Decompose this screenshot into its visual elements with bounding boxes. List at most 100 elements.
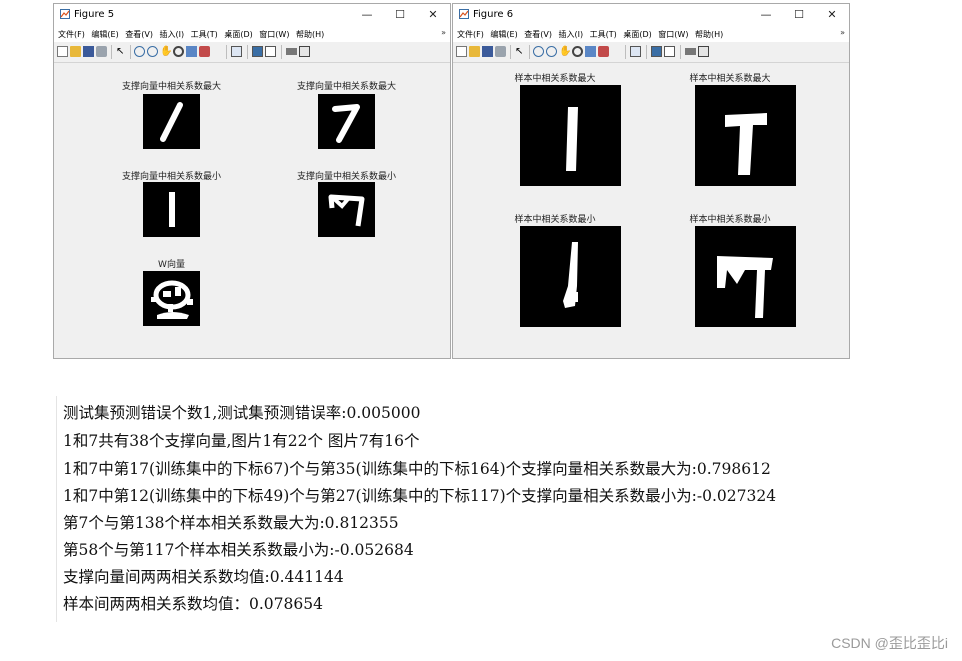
data-cursor-icon[interactable] (186, 46, 197, 57)
menu-help[interactable]: 帮助(H) (296, 29, 324, 40)
console-output: 测试集预测错误个数1,测试集预测错误率:0.005000 1和7共有38个支撑向… (56, 396, 917, 622)
plot-title: 样本中相关系数最大 (514, 74, 596, 84)
figure6-toolbar: ↖ ✋ (453, 42, 849, 63)
console-line: 第7个与第138个样本相关系数最大为:0.812355 (63, 514, 399, 532)
menu-desktop[interactable]: 桌面(D) (224, 29, 252, 40)
menu-help[interactable]: 帮助(H) (695, 29, 723, 40)
plot-title: 支撑向量中相关系数最大 (296, 82, 396, 92)
print-icon[interactable] (96, 46, 107, 57)
figure5-title: Figure 5 (74, 9, 115, 20)
pan-icon[interactable]: ✋ (160, 46, 172, 57)
console-line: 第58个与第117个样本相关系数最小为:-0.052684 (63, 541, 414, 559)
menu-tools[interactable]: 工具(T) (590, 29, 617, 40)
toolbar-divider (281, 45, 282, 59)
matlab-figure-icon (60, 9, 70, 19)
plot-title: 支撑向量中相关系数最小 (121, 172, 221, 182)
save-icon[interactable] (482, 46, 493, 57)
figure6-titlebar[interactable]: Figure 6 — ☐ ✕ (453, 4, 849, 25)
zoom-in-icon[interactable] (134, 46, 145, 57)
colorbar-icon[interactable] (252, 46, 263, 57)
sample-image-1-min (520, 226, 621, 327)
new-figure-icon[interactable] (456, 46, 467, 57)
sample-image-7-max (695, 85, 796, 186)
matlab-figure-icon (459, 9, 469, 19)
plot-title: 支撑向量中相关系数最大 (121, 82, 221, 92)
csdn-watermark: CSDN @歪比歪比i (831, 635, 948, 651)
menu-overflow-icon[interactable]: » (840, 28, 845, 37)
colorbar-icon[interactable] (651, 46, 662, 57)
figure6-title: Figure 6 (473, 9, 514, 20)
maximize-button[interactable]: ☐ (383, 6, 417, 24)
menu-desktop[interactable]: 桌面(D) (623, 29, 651, 40)
console-line: 1和7中第12(训练集中的下标49)个与第27(训练集中的下标117)个支撑向量… (63, 487, 777, 505)
digit-image-7-min (318, 182, 375, 237)
menu-window[interactable]: 窗口(W) (259, 29, 289, 40)
toolbar-divider (510, 45, 511, 59)
zoom-out-icon[interactable] (546, 46, 557, 57)
menu-file[interactable]: 文件(F) (457, 29, 484, 40)
toolbar-divider (625, 45, 626, 59)
menu-edit[interactable]: 编辑(E) (490, 29, 517, 40)
figure5-window: Figure 5 — ☐ ✕ 文件(F) 编辑(E) 查看(V) 插入(I) 工… (53, 3, 451, 359)
plot-title: 样本中相关系数最小 (514, 215, 596, 225)
menu-overflow-icon[interactable]: » (441, 28, 446, 37)
toolbar-divider (247, 45, 248, 59)
link-plot-icon[interactable] (630, 46, 641, 57)
console-line: 支撑向量间两两相关系数均值:0.441144 (63, 568, 344, 586)
toolbar-divider (680, 45, 681, 59)
plot-title: 样本中相关系数最大 (689, 74, 771, 84)
brush-icon[interactable] (199, 46, 210, 57)
rotate-icon[interactable] (572, 46, 583, 57)
toolbar-divider (111, 45, 112, 59)
brush-icon[interactable] (598, 46, 609, 57)
digit-image-1-max (143, 94, 200, 149)
menu-view[interactable]: 查看(V) (125, 29, 153, 40)
console-line: 测试集预测错误个数1,测试集预测错误率:0.005000 (63, 404, 421, 422)
data-cursor-icon[interactable] (585, 46, 596, 57)
zoom-out-icon[interactable] (147, 46, 158, 57)
figure6-window: Figure 6 — ☐ ✕ 文件(F) 编辑(E) 查看(V) 插入(I) 工… (452, 3, 850, 359)
toolbar-divider (646, 45, 647, 59)
pointer-icon[interactable]: ↖ (515, 46, 526, 57)
menu-edit[interactable]: 编辑(E) (91, 29, 118, 40)
toolbar-divider (529, 45, 530, 59)
console-line: 1和7共有38个支撑向量,图片1有22个 图片7有16个 (63, 432, 420, 450)
figure6-menubar: 文件(F) 编辑(E) 查看(V) 插入(I) 工具(T) 桌面(D) 窗口(W… (453, 25, 849, 42)
console-line: 样本间两两相关系数均值：0.078654 (63, 595, 323, 613)
menu-insert[interactable]: 插入(I) (559, 29, 584, 40)
console-line: 1和7中第17(训练集中的下标67)个与第35(训练集中的下标164)个支撑向量… (63, 460, 771, 478)
close-button[interactable]: ✕ (815, 6, 849, 24)
digit-image-7-max (318, 94, 375, 149)
figure5-toolbar: ↖ ✋ (54, 42, 450, 63)
close-button[interactable]: ✕ (416, 6, 450, 24)
sample-image-7-min (695, 226, 796, 327)
minimize-button[interactable]: — (350, 6, 384, 24)
menu-window[interactable]: 窗口(W) (658, 29, 688, 40)
save-icon[interactable] (83, 46, 94, 57)
hide-plot-tools-icon[interactable] (286, 48, 297, 55)
zoom-in-icon[interactable] (533, 46, 544, 57)
menu-file[interactable]: 文件(F) (58, 29, 85, 40)
link-plot-icon[interactable] (231, 46, 242, 57)
menu-tools[interactable]: 工具(T) (191, 29, 218, 40)
new-figure-icon[interactable] (57, 46, 68, 57)
rotate-icon[interactable] (173, 46, 184, 57)
pointer-icon[interactable]: ↖ (116, 46, 127, 57)
toolbar-divider (130, 45, 131, 59)
hide-plot-tools-icon[interactable] (685, 48, 696, 55)
show-plot-tools-icon[interactable] (698, 46, 709, 57)
open-file-icon[interactable] (70, 46, 81, 57)
minimize-button[interactable]: — (749, 6, 783, 24)
pan-icon[interactable]: ✋ (559, 46, 571, 57)
legend-icon[interactable] (265, 46, 276, 57)
show-plot-tools-icon[interactable] (299, 46, 310, 57)
open-file-icon[interactable] (469, 46, 480, 57)
toolbar-divider (226, 45, 227, 59)
menu-view[interactable]: 查看(V) (524, 29, 552, 40)
digit-image-1-min (143, 182, 200, 237)
legend-icon[interactable] (664, 46, 675, 57)
maximize-button[interactable]: ☐ (782, 6, 816, 24)
menu-insert[interactable]: 插入(I) (160, 29, 185, 40)
figure5-titlebar[interactable]: Figure 5 — ☐ ✕ (54, 4, 450, 25)
print-icon[interactable] (495, 46, 506, 57)
